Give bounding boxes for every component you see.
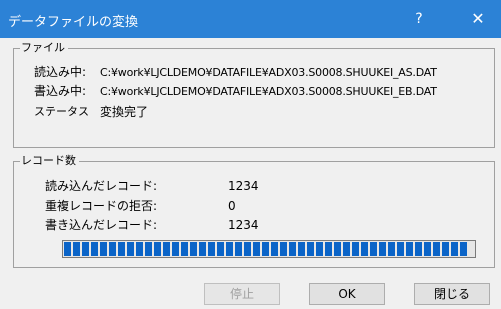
- progress-segment: [280, 242, 287, 256]
- ok-button[interactable]: OK: [309, 283, 385, 305]
- progress-segment: [217, 242, 224, 256]
- progress-segment: [226, 242, 233, 256]
- progress-segment: [460, 242, 467, 256]
- progress-segment: [199, 242, 206, 256]
- progress-segment: [289, 242, 296, 256]
- progress-segment: [136, 242, 143, 256]
- progress-segment: [343, 242, 350, 256]
- progress-segment: [361, 242, 368, 256]
- progress-segment: [82, 242, 89, 256]
- progress-segment: [235, 242, 242, 256]
- progress-segment: [109, 242, 116, 256]
- progress-segment: [298, 242, 305, 256]
- progress-segment: [397, 242, 404, 256]
- progress-segment: [154, 242, 161, 256]
- status-value: 変換完了: [100, 105, 149, 119]
- progress-segment: [208, 242, 215, 256]
- progress-segment: [370, 242, 377, 256]
- progress-segment: [244, 242, 251, 256]
- dup-records-value: 0: [228, 199, 236, 213]
- record-group-legend: レコード数: [20, 154, 79, 168]
- conversion-progress-bar: [62, 240, 476, 258]
- stop-button[interactable]: 停止: [204, 283, 280, 305]
- write-path: C:¥work¥LJCLDEMO¥DATAFILE¥ADX03.S0008.SH…: [100, 85, 437, 98]
- progress-segment: [388, 242, 395, 256]
- progress-segment: [325, 242, 332, 256]
- progress-segment: [172, 242, 179, 256]
- progress-segment: [424, 242, 431, 256]
- progress-segment: [64, 242, 71, 256]
- help-button[interactable]: ?: [396, 0, 442, 38]
- dup-records-label: 重複レコードの拒否:: [45, 199, 158, 213]
- progress-segment: [253, 242, 260, 256]
- progress-segment: [307, 242, 314, 256]
- written-records-label: 書き込んだレコード:: [45, 218, 158, 232]
- progress-segment: [451, 242, 458, 256]
- read-records-label: 読み込んだレコード:: [45, 179, 158, 193]
- progress-segment: [271, 242, 278, 256]
- read-label: 読込み中:: [34, 65, 87, 79]
- window-title: データファイルの変換: [8, 15, 139, 30]
- progress-segment: [100, 242, 107, 256]
- progress-segment: [262, 242, 269, 256]
- progress-segment: [442, 242, 449, 256]
- file-group-legend: ファイル: [20, 41, 68, 55]
- written-records-value: 1234: [228, 218, 259, 232]
- read-records-value: 1234: [228, 179, 259, 193]
- progress-segment: [145, 242, 152, 256]
- progress-segment: [379, 242, 386, 256]
- close-button[interactable]: 閉じる: [414, 283, 490, 305]
- progress-segment: [433, 242, 440, 256]
- progress-segment: [316, 242, 323, 256]
- progress-segment: [406, 242, 413, 256]
- progress-segment: [163, 242, 170, 256]
- progress-segment: [352, 242, 359, 256]
- title-bar: データファイルの変換 ? ✕: [0, 0, 501, 38]
- progress-segment: [181, 242, 188, 256]
- progress-segment: [118, 242, 125, 256]
- progress-segment: [127, 242, 134, 256]
- progress-segment: [334, 242, 341, 256]
- progress-segment: [91, 242, 98, 256]
- close-window-button[interactable]: ✕: [455, 0, 501, 38]
- write-label: 書込み中:: [34, 84, 87, 98]
- progress-segment: [415, 242, 422, 256]
- progress-segment: [73, 242, 80, 256]
- read-path: C:¥work¥LJCLDEMO¥DATAFILE¥ADX03.S0008.SH…: [100, 66, 437, 79]
- status-label: ステータス: [34, 105, 89, 118]
- progress-segment: [190, 242, 197, 256]
